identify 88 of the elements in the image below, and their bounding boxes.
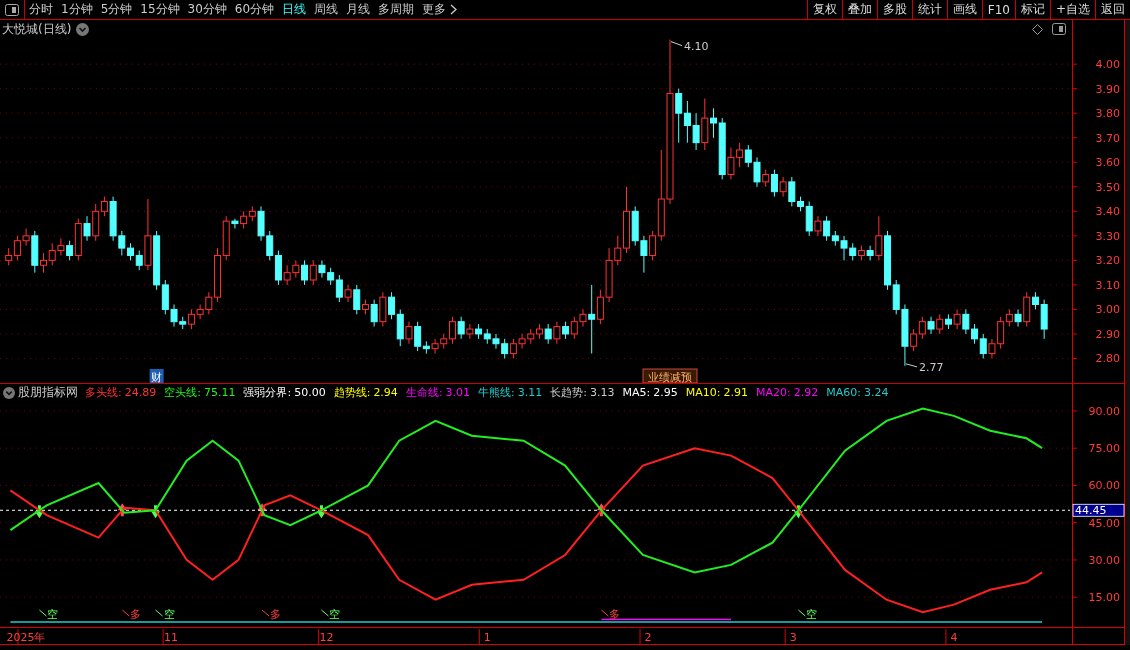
diamond-icon[interactable] [1032,23,1043,35]
legend-label: MA5: [622,386,651,399]
legend-label: 长趋势: [550,385,588,400]
axis-label: 3.80 [1095,107,1120,121]
legend-value: 3.11 [517,386,543,399]
date-label: 12 [319,631,334,644]
legend-label: 多头线: [85,385,122,400]
signal-label: 多 [130,608,142,621]
legend-label: MA60: [826,386,861,399]
toolbar-button[interactable]: 统计 [911,0,947,19]
date-label: 2025年 [6,631,46,644]
toolbar-button[interactable]: 多股 [876,0,912,19]
event-tag[interactable]: 业绩减预 [642,368,698,383]
dropdown-icon[interactable] [3,386,15,399]
axis-label: 75.00 [1088,442,1120,456]
axis-label: 4.00 [1095,58,1120,72]
period-tab[interactable]: 多周期 [374,0,419,19]
legend-label: MA20: [756,386,791,399]
period-tab[interactable]: 日线 [278,0,311,19]
legend-value: 2.94 [373,386,398,399]
axis-label: 3.20 [1095,254,1120,268]
legend-label: 趋势线: [333,385,371,400]
legend-value: 3.01 [445,386,471,399]
toolbar-button[interactable]: 叠加 [841,0,877,19]
legend-label: 生命线: [405,385,443,400]
signal-label: 多 [609,608,621,621]
legend-value: 50.00 [294,386,326,399]
toolbar-button[interactable]: F10 [981,0,1015,19]
axis-label: 3.10 [1095,278,1120,292]
period-tab[interactable]: 30分钟 [183,0,231,19]
axis-label: 3.00 [1095,303,1120,317]
period-tab[interactable]: 5分钟 [96,0,137,19]
signal-label: 空 [47,608,59,621]
date-label: 3 [789,631,797,644]
date-label: 2 [644,631,652,644]
axis-label: 3.50 [1095,180,1120,194]
period-tab[interactable]: 周线 [310,0,343,19]
axis-label: 3.90 [1095,82,1120,96]
signal-label: 空 [329,608,341,621]
price-label: 4.10 [684,39,709,53]
legend-value: 3.24 [863,386,889,399]
more-menu[interactable]: 更多 [418,0,462,19]
date-label: 4 [950,631,958,644]
legend-value: 2.91 [723,386,748,399]
axis-label: 3.30 [1095,229,1120,243]
legend-label: 牛熊线: [478,385,515,400]
axis-label: 3.40 [1095,205,1120,219]
period-tab[interactable]: 60分钟 [230,0,279,19]
legend-value: 2.92 [793,386,819,399]
toolbar-button[interactable]: 返回 [1095,0,1130,19]
toolbar-button[interactable]: 画线 [946,0,982,19]
panel-toggle-icon[interactable] [1052,23,1066,35]
period-tab[interactable]: 分时 [25,0,57,19]
legend-value: 75.11 [203,386,236,399]
axis-label: 2.80 [1095,352,1120,366]
legend-label: MA10: [685,386,721,399]
price-label: 2.77 [918,360,944,374]
date-label: 11 [164,631,179,644]
axis-label: 90.00 [1088,404,1120,418]
axis-label: 30.00 [1088,553,1120,567]
toolbar-button[interactable]: 标记 [1014,0,1050,19]
legend-value: 3.13 [590,386,615,399]
event-tag[interactable]: 财 [149,369,164,383]
axis-label: 3.70 [1095,131,1120,145]
axis-label: 60.00 [1088,479,1120,493]
period-tab[interactable]: 15分钟 [136,0,184,19]
legend-label: 强弱分界: [243,385,292,400]
chart-title: 大悦城(日线) [2,20,72,38]
indicator-title[interactable]: 股朋指标网 [18,384,78,401]
cursor-value-label: 44.45 [1072,503,1125,518]
toolbar-button[interactable]: 复权 [806,0,842,19]
chevron-icon [450,4,458,15]
legend-value: 24.89 [124,386,157,399]
axis-label: 3.60 [1095,156,1120,170]
signal-label: 空 [806,608,818,621]
dropdown-icon[interactable] [76,22,90,36]
toolbar-button[interactable]: +自选 [1049,0,1095,19]
axis-label: 15.00 [1088,591,1120,605]
legend-label: 空头线: [164,385,201,400]
signal-label: 多 [270,608,282,621]
annotation: 业绩减预 [648,370,692,384]
axis-label: 45.00 [1088,516,1120,530]
legend-value: 2.95 [653,386,678,399]
period-tab[interactable]: 1分钟 [57,0,97,19]
date-label: 1 [483,631,491,644]
period-tab[interactable]: 月线 [342,0,375,19]
signal-label: 空 [163,608,175,621]
axis-label: 2.90 [1095,327,1120,341]
